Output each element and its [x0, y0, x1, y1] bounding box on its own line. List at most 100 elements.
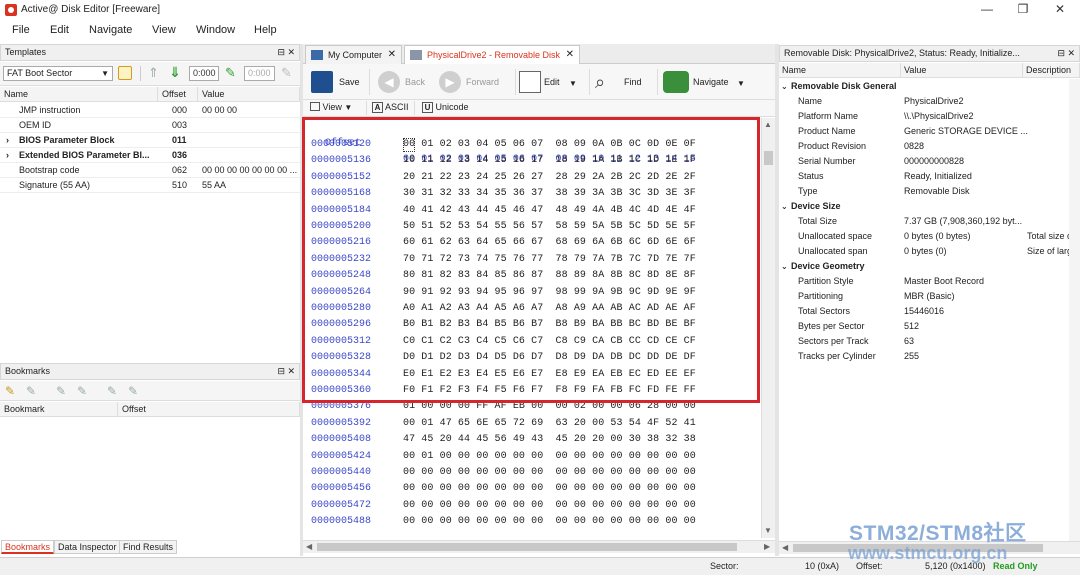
- menu-view[interactable]: View: [152, 24, 176, 36]
- edit-bookmark-icon[interactable]: ✎: [26, 384, 36, 398]
- view-button[interactable]: View ▼: [310, 102, 352, 112]
- scroll-down-icon[interactable]: ▼: [764, 526, 772, 535]
- property-row[interactable]: Tracks per Cylinder 255: [779, 349, 1080, 364]
- tab-data-inspector[interactable]: Data Inspector: [54, 540, 121, 554]
- tab-my-computer[interactable]: My Computer ✕: [305, 45, 402, 64]
- template-row[interactable]: › Extended BIOS Parameter Bl... 036: [0, 148, 300, 163]
- save-button[interactable]: Save: [309, 69, 369, 97]
- property-row[interactable]: Status Ready, Initialized: [779, 169, 1080, 184]
- template-offset-input[interactable]: 0:000: [189, 66, 219, 81]
- pin-green-icon[interactable]: ✎: [225, 65, 236, 81]
- menu-navigate[interactable]: Navigate: [89, 24, 132, 36]
- hex-row[interactable]: 0000005408 47 45 20 44 45 56 49 43 45 20 …: [303, 432, 761, 448]
- template-row[interactable]: JMP instruction 000 00 00 00: [0, 103, 300, 118]
- menu-help[interactable]: Help: [254, 24, 277, 36]
- expand-arrow-icon[interactable]: ›: [6, 133, 9, 148]
- template-row[interactable]: OEM ID 003: [0, 118, 300, 133]
- column-header-value[interactable]: Value: [198, 87, 300, 102]
- property-row[interactable]: Product Revision 0828: [779, 139, 1080, 154]
- clear-bookmarks-icon[interactable]: ✎: [128, 384, 138, 398]
- template-row[interactable]: › BIOS Parameter Block 011: [0, 133, 300, 148]
- property-row[interactable]: Partitioning MBR (Basic): [779, 289, 1080, 304]
- column-header-bookmark-offset[interactable]: Offset: [118, 402, 300, 417]
- property-row[interactable]: Name PhysicalDrive2: [779, 94, 1080, 109]
- column-header-prop-value[interactable]: Value: [901, 63, 1023, 78]
- hex-row-bytes[interactable]: 00 00 00 00 00 00 00 00 00 00 00 00 00 0…: [403, 465, 696, 481]
- apply-template-icon[interactable]: [118, 66, 132, 80]
- column-header-name[interactable]: Name: [0, 87, 158, 102]
- prev-bookmark-icon[interactable]: ✎: [56, 384, 66, 398]
- menu-file[interactable]: File: [12, 24, 30, 36]
- navigate-button[interactable]: Navigate ▼: [663, 69, 749, 97]
- property-row[interactable]: Unallocated span 0 bytes (0) Size of large…: [779, 244, 1080, 259]
- expand-arrow-icon[interactable]: ›: [6, 148, 9, 163]
- property-row[interactable]: Serial Number 000000000828: [779, 154, 1080, 169]
- template-row[interactable]: Signature (55 AA) 510 55 AA: [0, 178, 300, 193]
- pin-grey-icon[interactable]: ✎: [281, 65, 292, 81]
- forward-button[interactable]: ▶ Forward: [439, 69, 509, 97]
- horizontal-scrollbar[interactable]: ◀ ▶: [303, 540, 775, 553]
- ascii-button[interactable]: A ASCII: [372, 102, 409, 113]
- pin-icon[interactable]: ⊟: [277, 364, 285, 379]
- property-row[interactable]: Unallocated space 0 bytes (0 bytes) Total …: [779, 229, 1080, 244]
- hex-row-bytes[interactable]: 00 00 00 00 00 00 00 00 00 00 00 00 00 0…: [403, 481, 696, 497]
- tab-physicaldrive2[interactable]: PhysicalDrive2 - Removable Disk ✕: [404, 45, 580, 64]
- column-header-prop-name[interactable]: Name: [779, 63, 901, 78]
- property-group[interactable]: ⌄ Removable Disk General: [779, 79, 1080, 94]
- close-tab-icon[interactable]: ✕: [566, 46, 574, 64]
- template-row[interactable]: Bootstrap code 062 00 00 00 00 00 00 00 ..…: [0, 163, 300, 178]
- properties-scrollbar[interactable]: [1069, 79, 1080, 541]
- tab-bookmarks[interactable]: Bookmarks: [1, 540, 55, 554]
- minimize-button[interactable]: —: [970, 0, 1004, 20]
- hex-row[interactable]: 0000005472 00 00 00 00 00 00 00 00 00 00 …: [303, 498, 761, 514]
- property-row[interactable]: Partition Style Master Boot Record: [779, 274, 1080, 289]
- hex-row-bytes[interactable]: 47 45 20 44 45 56 49 43 45 20 20 00 30 3…: [403, 432, 696, 448]
- close-icon[interactable]: ✕: [287, 364, 295, 379]
- hex-row[interactable]: 0000005488 00 00 00 00 00 00 00 00 00 00 …: [303, 514, 761, 530]
- column-header-offset[interactable]: Offset: [158, 87, 198, 102]
- close-tab-icon[interactable]: ✕: [388, 46, 396, 64]
- hex-row[interactable]: 0000005456 00 00 00 00 00 00 00 00 00 00 …: [303, 481, 761, 497]
- pin-icon[interactable]: ⊟: [277, 45, 285, 60]
- collapse-arrow-icon[interactable]: ⌄: [781, 79, 788, 94]
- scroll-right-icon[interactable]: ▶: [764, 542, 770, 551]
- find-button[interactable]: ⌕ Find: [595, 69, 655, 97]
- unicode-button[interactable]: U Unicode: [422, 102, 469, 113]
- scroll-thumb[interactable]: [764, 151, 773, 165]
- add-bookmark-icon[interactable]: ✎: [5, 384, 15, 398]
- hex-row-bytes[interactable]: 00 01 00 00 00 00 00 00 00 00 00 00 00 0…: [403, 449, 696, 465]
- property-group[interactable]: ⌄ Device Size: [779, 199, 1080, 214]
- arrow-down-icon[interactable]: ⇓: [169, 64, 181, 81]
- collapse-arrow-icon[interactable]: ⌄: [781, 259, 788, 274]
- template-select[interactable]: FAT Boot Sector ▼: [3, 66, 113, 81]
- property-row[interactable]: Product Name Generic STORAGE DEVICE ...: [779, 124, 1080, 139]
- hex-row-bytes[interactable]: 00 00 00 00 00 00 00 00 00 00 00 00 00 0…: [403, 498, 696, 514]
- close-icon[interactable]: ✕: [1067, 46, 1075, 61]
- vertical-scrollbar[interactable]: ▲ ▼: [761, 118, 775, 538]
- property-group[interactable]: ⌄ Device Geometry: [779, 259, 1080, 274]
- property-row[interactable]: Type Removable Disk: [779, 184, 1080, 199]
- edit-button[interactable]: Edit ▼: [517, 69, 581, 97]
- scroll-left-icon[interactable]: ◀: [782, 543, 788, 552]
- menu-window[interactable]: Window: [196, 24, 235, 36]
- property-row[interactable]: Total Sectors 15446016: [779, 304, 1080, 319]
- property-row[interactable]: Sectors per Track 63: [779, 334, 1080, 349]
- column-header-bookmark[interactable]: Bookmark: [0, 402, 118, 417]
- hex-row[interactable]: 0000005424 00 01 00 00 00 00 00 00 00 00 …: [303, 449, 761, 465]
- back-button[interactable]: ◀ Back: [378, 69, 438, 97]
- property-row[interactable]: Total Size 7.37 GB (7,908,360,192 byt...: [779, 214, 1080, 229]
- template-offset-input-2[interactable]: 0:000: [244, 66, 275, 81]
- menu-edit[interactable]: Edit: [50, 24, 69, 36]
- property-row[interactable]: Platform Name \\.\PhysicalDrive2: [779, 109, 1080, 124]
- hex-row-bytes[interactable]: 00 00 00 00 00 00 00 00 00 00 00 00 00 0…: [403, 514, 696, 530]
- property-row[interactable]: Bytes per Sector 512: [779, 319, 1080, 334]
- delete-bookmark-icon[interactable]: ✎: [107, 384, 117, 398]
- scroll-thumb[interactable]: [317, 543, 737, 551]
- hex-row[interactable]: 0000005440 00 00 00 00 00 00 00 00 00 00 …: [303, 465, 761, 481]
- pin-icon[interactable]: ⊟: [1057, 46, 1065, 61]
- column-header-prop-description[interactable]: Description: [1023, 63, 1080, 78]
- tab-find-results[interactable]: Find Results: [119, 540, 178, 554]
- scroll-left-icon[interactable]: ◀: [306, 542, 312, 551]
- hex-row-bytes[interactable]: 00 01 47 65 6E 65 72 69 63 20 00 53 54 4…: [403, 416, 696, 432]
- arrow-up-icon[interactable]: ⇑: [148, 65, 159, 81]
